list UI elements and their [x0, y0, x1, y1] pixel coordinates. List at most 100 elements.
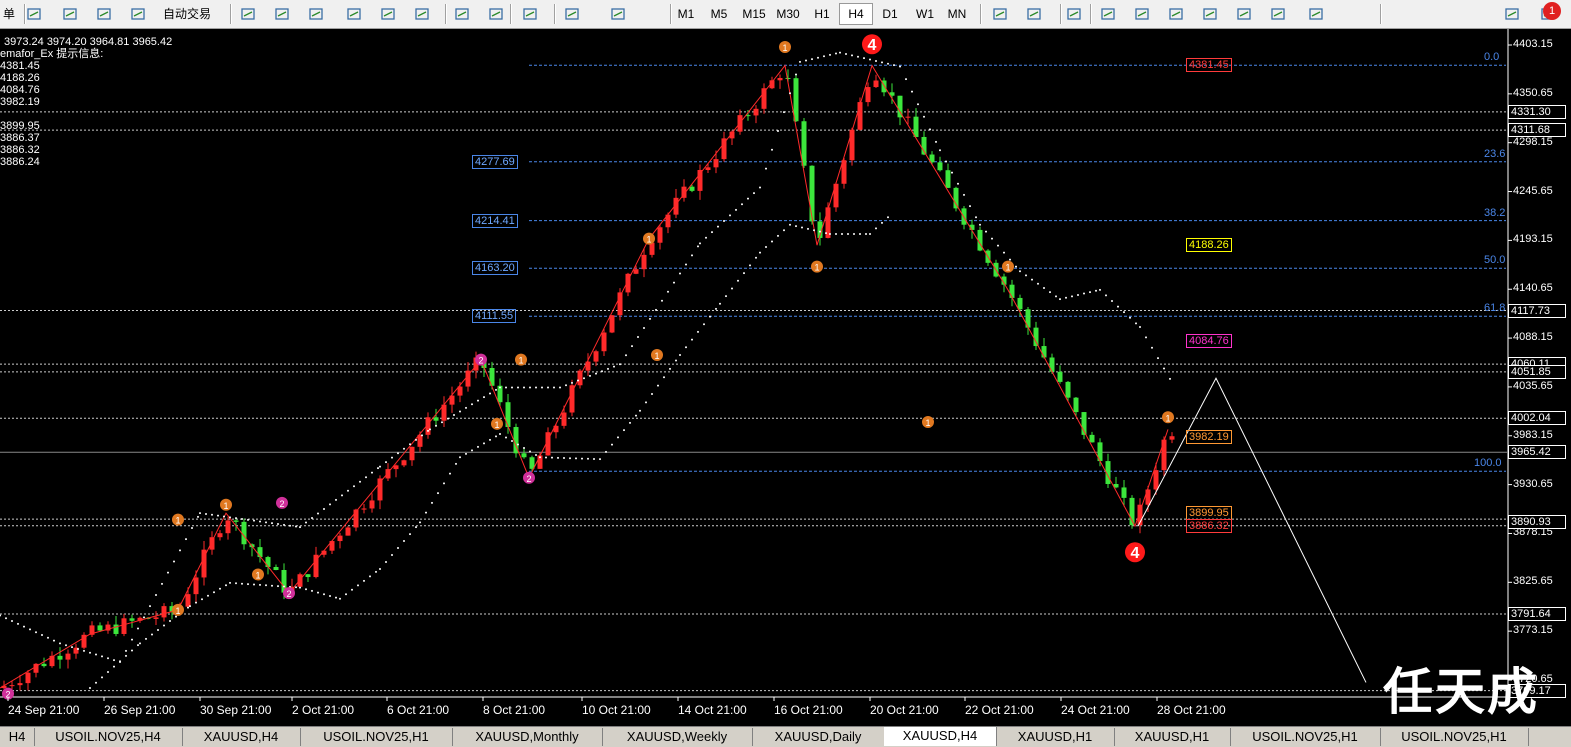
- sar-dot: [1163, 367, 1165, 370]
- chart-tab[interactable]: XAUUSD,H4: [182, 728, 301, 746]
- sar-dot: [1089, 291, 1091, 294]
- chart-tab[interactable]: XAUUSD,Monthly: [452, 728, 603, 746]
- tile-icon[interactable]: [412, 4, 432, 24]
- alert-badge[interactable]: 1: [1543, 2, 1561, 20]
- sar-dot: [107, 670, 109, 673]
- bar-chart-icon[interactable]: [238, 4, 258, 24]
- sar-dot: [443, 482, 445, 485]
- chart-shift-icon[interactable]: [486, 4, 506, 24]
- sar-dot: [425, 511, 427, 514]
- timeframe-m15[interactable]: M15: [738, 4, 770, 24]
- indicators-icon[interactable]: [520, 4, 540, 24]
- toolbar-separator: [980, 4, 982, 24]
- sar-dot: [5, 617, 7, 620]
- candle-body: [273, 566, 279, 570]
- sar-dot: [887, 216, 889, 219]
- semafor-marker: 2: [523, 471, 535, 484]
- fib-retracement-icon[interactable]: [1200, 4, 1220, 24]
- line-chart-icon[interactable]: [306, 4, 326, 24]
- autoscroll-icon[interactable]: [452, 4, 472, 24]
- horizontal-line-icon[interactable]: [1098, 4, 1118, 24]
- toolbar-separator: [445, 4, 447, 24]
- timeframe-h1[interactable]: H1: [806, 4, 838, 24]
- auto-trade-label[interactable]: 自动交易: [156, 4, 218, 24]
- chart-tab[interactable]: USOIL.NOV25,H4: [34, 728, 183, 746]
- semafor-marker: 2: [283, 587, 295, 600]
- sar-dot: [657, 384, 659, 387]
- sar-dot: [735, 208, 737, 211]
- sar-dot: [41, 634, 43, 637]
- sar-dot: [229, 581, 231, 584]
- market-watch-icon[interactable]: [94, 4, 114, 24]
- sar-dot: [199, 512, 201, 515]
- timeframe-m1[interactable]: M1: [670, 4, 702, 24]
- cursor-icon[interactable]: [990, 4, 1010, 24]
- sar-dot: [335, 498, 337, 501]
- timeframe-w1[interactable]: W1: [909, 4, 941, 24]
- chart-tab[interactable]: USOIL.NOV25,H1: [1380, 728, 1529, 746]
- price-chart[interactable]: 11112221121111111244 4403.15 4350.65 4298.…: [0, 29, 1571, 726]
- profiles-icon[interactable]: [60, 4, 80, 24]
- sar-dot: [655, 308, 657, 311]
- candle-chart-icon[interactable]: [272, 4, 292, 24]
- toolbar-separator: [230, 4, 232, 24]
- candle-body: [17, 683, 23, 686]
- zoom-out-icon[interactable]: [378, 4, 398, 24]
- arrows-icon[interactable]: [1306, 4, 1326, 24]
- fib-level-label: 50.0: [1484, 254, 1506, 267]
- sar-dot: [83, 649, 85, 652]
- sar-dot: [379, 465, 381, 468]
- text-icon[interactable]: [1234, 4, 1254, 24]
- chart-tab[interactable]: XAUUSD,Weekly: [602, 728, 753, 746]
- sar-dot: [985, 230, 987, 233]
- sar-dot: [213, 591, 215, 594]
- sar-dot: [29, 628, 31, 631]
- chart-tab[interactable]: XAUUSD,H4: [884, 727, 997, 746]
- chart-tab[interactable]: H4: [0, 728, 35, 746]
- timeframe-mn[interactable]: MN: [941, 4, 973, 24]
- projection-line[interactable]: [1137, 377, 1367, 683]
- chart-tab[interactable]: XAUUSD,H1: [996, 728, 1115, 746]
- search-icon[interactable]: [1502, 4, 1522, 24]
- timeframe-d1[interactable]: D1: [874, 4, 906, 24]
- menu-fragment[interactable]: 单: [0, 4, 18, 24]
- sar-dot: [377, 467, 379, 470]
- sar-dot: [881, 221, 883, 224]
- chart-canvas[interactable]: 1111222 1121111 11 1244: [0, 29, 1571, 726]
- sar-dot: [523, 386, 525, 389]
- autotrade-icon[interactable]: [128, 4, 148, 24]
- sar-dot: [391, 554, 393, 557]
- sar-dot: [449, 472, 451, 475]
- sar-dot: [679, 353, 681, 356]
- chart-tab[interactable]: USOIL.NOV25,H1: [1230, 728, 1381, 746]
- sar-dot: [1099, 288, 1101, 291]
- trendline-icon[interactable]: [1132, 4, 1152, 24]
- sar-dot: [783, 229, 785, 232]
- timeframe-m30[interactable]: M30: [772, 4, 804, 24]
- chart-tab[interactable]: USOIL.NOV25,H1: [300, 728, 453, 746]
- chart-tab[interactable]: XAUUSD,H1: [1114, 728, 1231, 746]
- sar-dot: [1145, 336, 1147, 339]
- fib-fan-icon[interactable]: [1166, 4, 1186, 24]
- chart-tab[interactable]: XAUUSD,Daily: [752, 728, 885, 746]
- zoom-in-icon[interactable]: [344, 4, 364, 24]
- folder-icon[interactable]: [24, 4, 44, 24]
- indicator-value: 3899.95: [0, 120, 40, 132]
- timeframe-h4[interactable]: H4: [839, 3, 873, 25]
- sar-dot: [191, 527, 193, 530]
- semafor-price-tag: 3982.19: [1186, 429, 1232, 444]
- sar-dot: [661, 299, 663, 302]
- timeframe-m5[interactable]: M5: [703, 4, 735, 24]
- sar-dot: [311, 589, 313, 592]
- sar-dot: [535, 386, 537, 389]
- vertical-line-icon[interactable]: [1064, 4, 1084, 24]
- sar-dot: [323, 593, 325, 596]
- text-label-icon[interactable]: [1268, 4, 1288, 24]
- fib-level-label: 0.0: [1484, 51, 1500, 64]
- y-tick-label: 3825.65: [1513, 575, 1553, 588]
- crosshair-icon[interactable]: [1024, 4, 1044, 24]
- sar-dot: [929, 128, 931, 131]
- periods-icon[interactable]: [562, 4, 582, 24]
- sar-upper: [0, 51, 1171, 663]
- templates-icon[interactable]: [608, 4, 628, 24]
